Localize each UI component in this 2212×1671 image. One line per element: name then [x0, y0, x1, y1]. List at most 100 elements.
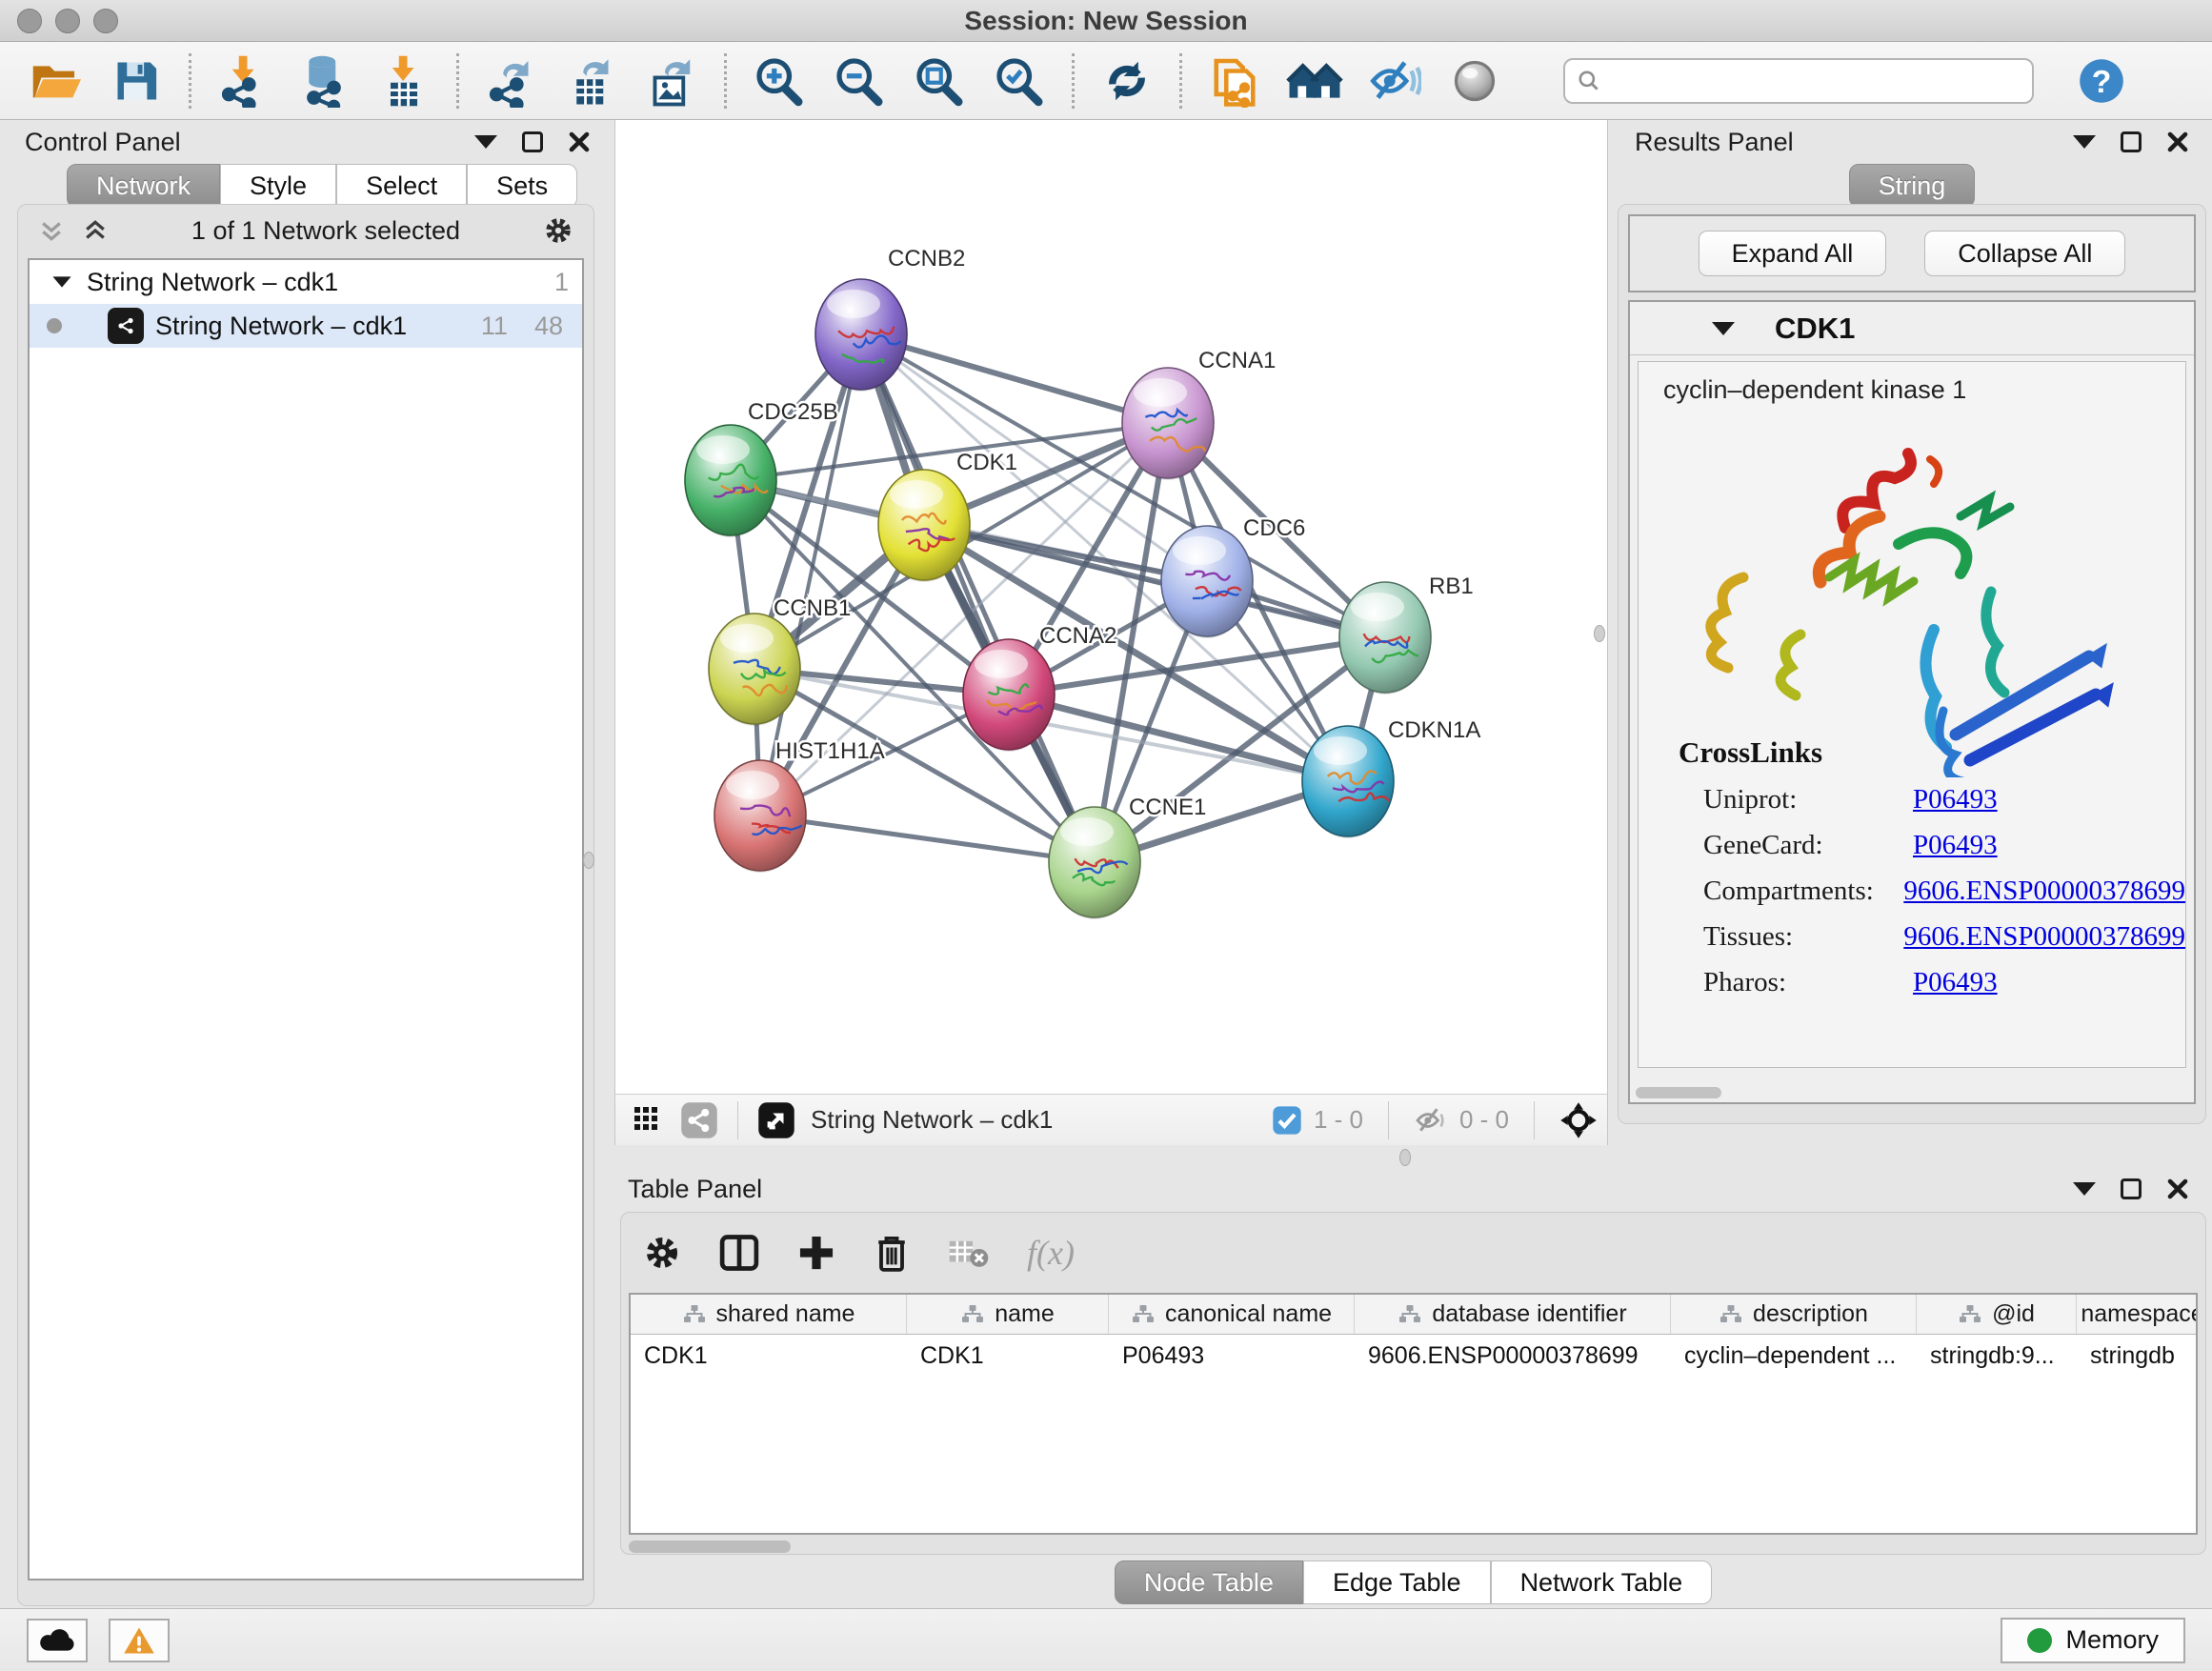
save-session-button[interactable]: [105, 50, 168, 112]
zoom-in-button[interactable]: [748, 50, 811, 112]
cloud-status-button[interactable]: [27, 1619, 88, 1662]
splitter-handle[interactable]: [1399, 1149, 1411, 1166]
level-of-detail-button[interactable]: [1443, 50, 1506, 112]
crosslink-link[interactable]: P06493: [1913, 830, 1998, 861]
network-node-CDK1[interactable]: CDK1: [878, 450, 1017, 582]
column-header--id[interactable]: @id: [1917, 1295, 2077, 1334]
tab-network[interactable]: Network: [67, 164, 220, 208]
network-canvas[interactable]: CCNB2CCNA1CDC25BCDK1CDC6RB1CCNB1CCNA2CDK…: [614, 120, 1608, 1094]
warning-status-button[interactable]: [109, 1619, 170, 1662]
delete-column-icon[interactable]: [873, 1232, 911, 1274]
network-node-RB1[interactable]: RB1: [1339, 574, 1474, 695]
table-cell[interactable]: stringdb:9...: [1917, 1335, 2077, 1377]
export-table-button[interactable]: [560, 50, 623, 112]
float-panel-icon[interactable]: [2121, 1178, 2142, 1199]
close-panel-icon[interactable]: [568, 131, 591, 153]
import-table-file-button[interactable]: [372, 50, 435, 112]
show-columns-icon[interactable]: [718, 1232, 760, 1274]
tab-edge-table[interactable]: Edge Table: [1303, 1560, 1491, 1604]
clone-network-button[interactable]: [1203, 50, 1266, 112]
table-settings-gear-icon[interactable]: [642, 1233, 682, 1273]
tab-network-table[interactable]: Network Table: [1491, 1560, 1713, 1604]
table-cell[interactable]: cyclin–dependent ...: [1671, 1335, 1917, 1377]
panel-menu-icon[interactable]: [2073, 1182, 2096, 1196]
fit-content-button[interactable]: [908, 50, 971, 112]
float-panel-icon[interactable]: [522, 131, 543, 152]
collection-expand-icon[interactable]: [52, 276, 70, 287]
panel-menu-icon[interactable]: [474, 135, 497, 149]
results-hscrollbar[interactable]: [1636, 1087, 1721, 1098]
table-cell[interactable]: CDK1: [631, 1335, 907, 1377]
network-node-CCNB2[interactable]: CCNB2: [815, 246, 965, 392]
search-input[interactable]: [1611, 66, 2021, 95]
column-header-namespace[interactable]: namespace: [2077, 1295, 2198, 1334]
expand-all-icon[interactable]: [81, 216, 110, 245]
network-edge[interactable]: [861, 334, 1095, 862]
splitter-handle[interactable]: [1594, 625, 1605, 642]
column-header-canonical-name[interactable]: canonical name: [1109, 1295, 1355, 1334]
close-panel-icon[interactable]: [2166, 1178, 2189, 1200]
column-header-name[interactable]: name: [907, 1295, 1109, 1334]
network-collection-row[interactable]: String Network – cdk1 1: [30, 260, 582, 304]
network-edge[interactable]: [760, 815, 1095, 862]
tab-string[interactable]: String: [1849, 164, 1976, 208]
table-cell[interactable]: 9606.ENSP00000378699: [1355, 1335, 1671, 1377]
column-header-description[interactable]: description: [1671, 1295, 1917, 1334]
tab-node-table[interactable]: Node Table: [1115, 1560, 1303, 1604]
network-edge[interactable]: [924, 525, 1385, 637]
add-column-icon[interactable]: [796, 1233, 836, 1273]
birds-eye-view-button[interactable]: [625, 1099, 674, 1141]
delete-table-icon-disabled[interactable]: [947, 1234, 991, 1272]
function-builder-button[interactable]: f(x): [1027, 1233, 1075, 1273]
collapse-all-button[interactable]: Collapse All: [1924, 231, 2125, 276]
crosslink-link[interactable]: 9606.ENSP00000378699: [1903, 876, 2185, 907]
table-cell[interactable]: CDK1: [907, 1335, 1109, 1377]
crosslink-link[interactable]: 9606.ENSP00000378699: [1903, 921, 2185, 953]
export-image-button[interactable]: [640, 50, 703, 112]
zoom-out-button[interactable]: [828, 50, 891, 112]
network-type-button[interactable]: [674, 1099, 724, 1141]
network-node-CCNE1[interactable]: CCNE1: [1049, 795, 1206, 919]
network-row[interactable]: String Network – cdk1 11 48: [30, 304, 582, 348]
welcome-screen-button[interactable]: [1283, 50, 1346, 112]
import-network-database-button[interactable]: [292, 50, 355, 112]
column-header-database-identifier[interactable]: database identifier: [1355, 1295, 1671, 1334]
selected-checkbox-icon[interactable]: [1272, 1105, 1302, 1136]
network-node-CDKN1A[interactable]: CDKN1A: [1302, 717, 1480, 838]
open-view-button[interactable]: [752, 1099, 801, 1141]
toolbar-search-field[interactable]: [1563, 58, 2034, 104]
import-network-file-button[interactable]: [212, 50, 275, 112]
network-options-gear-icon[interactable]: [542, 214, 574, 247]
hidden-eye-icon[interactable]: [1414, 1106, 1448, 1135]
table-cell[interactable]: P06493: [1109, 1335, 1355, 1377]
pan-mode-icon[interactable]: [1559, 1101, 1598, 1139]
tab-select[interactable]: Select: [336, 164, 467, 208]
crosslink-link[interactable]: P06493: [1913, 784, 1998, 815]
column-header-shared-name[interactable]: shared name: [631, 1295, 907, 1334]
float-panel-icon[interactable]: [2121, 131, 2142, 152]
help-button[interactable]: ?: [2070, 50, 2133, 112]
network-node-CCNB1[interactable]: CCNB1: [709, 595, 851, 726]
memory-button[interactable]: Memory: [2001, 1618, 2185, 1663]
network-node-HIST1H1A[interactable]: HIST1H1A: [714, 738, 885, 873]
section-collapse-icon[interactable]: [1712, 322, 1735, 335]
horizontal-splitter[interactable]: [614, 1145, 1608, 1170]
table-row[interactable]: CDK1CDK1P064939606.ENSP00000378699cyclin…: [631, 1335, 2196, 1377]
table-hscrollbar[interactable]: [629, 1540, 791, 1553]
tab-sets[interactable]: Sets: [467, 164, 577, 208]
apply-layout-button[interactable]: [1096, 50, 1158, 112]
tab-style[interactable]: Style: [220, 164, 336, 208]
open-session-button[interactable]: [25, 50, 88, 112]
network-node-CCNA1[interactable]: CCNA1: [1122, 348, 1276, 480]
table-cell[interactable]: stringdb: [2077, 1335, 2198, 1377]
zoom-selected-button[interactable]: [988, 50, 1051, 112]
close-panel-icon[interactable]: [2166, 131, 2189, 153]
toggle-graphics-details-button[interactable]: [1363, 50, 1426, 112]
collapse-all-icon[interactable]: [37, 216, 66, 245]
splitter-handle[interactable]: [583, 852, 594, 869]
network-edge[interactable]: [861, 334, 1168, 423]
expand-all-button[interactable]: Expand All: [1699, 231, 1887, 276]
export-network-button[interactable]: [480, 50, 543, 112]
panel-menu-icon[interactable]: [2073, 135, 2096, 149]
crosslink-link[interactable]: P06493: [1913, 967, 1998, 998]
